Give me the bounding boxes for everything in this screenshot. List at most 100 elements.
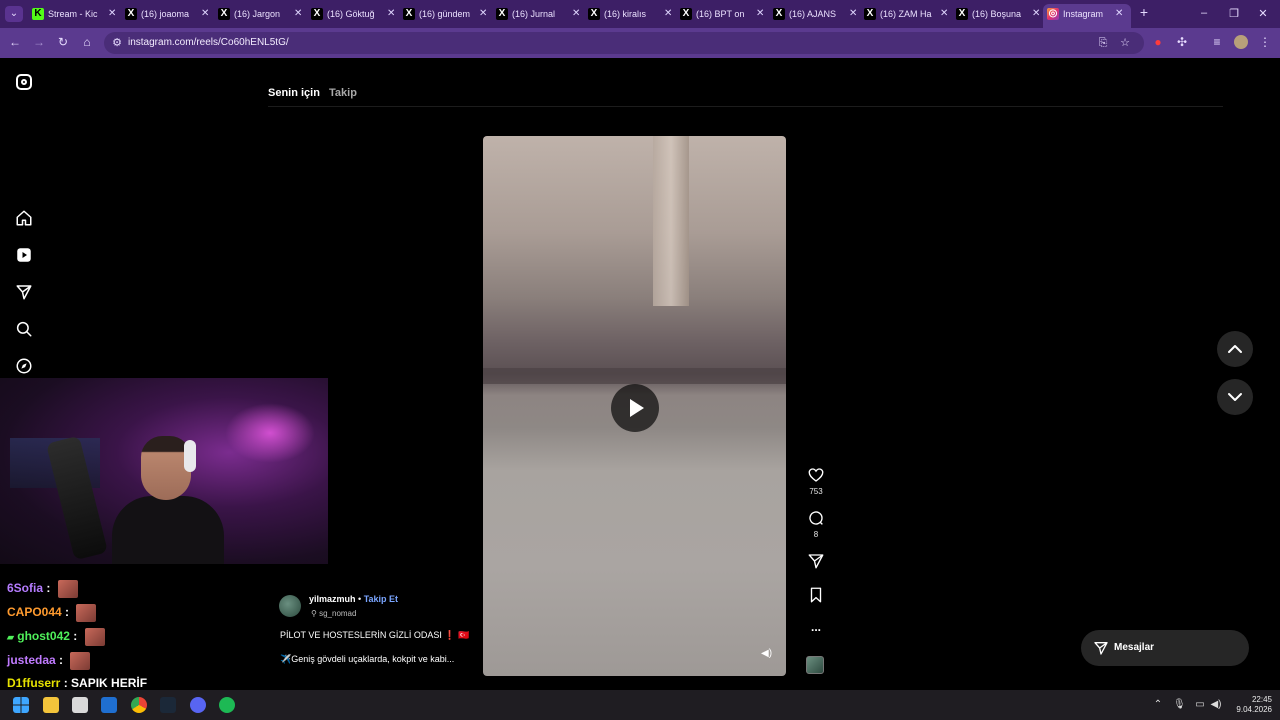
avatar[interactable]	[279, 595, 301, 617]
browser-tab[interactable]: X (16) Jargon ✕	[218, 4, 306, 24]
spotify-icon[interactable]	[219, 697, 235, 713]
send-icon	[1094, 642, 1108, 655]
like-count: 753	[809, 487, 823, 496]
stream-chat-overlay: 6Sofia : CAPO044 : ▰ ghost042 : justedaa…	[0, 570, 200, 690]
browser-tab[interactable]: X (16) kiralıs ✕	[588, 4, 676, 24]
search-icon[interactable]	[15, 320, 33, 338]
restore-icon[interactable]: ❐	[1227, 7, 1241, 20]
system-clock[interactable]: 22:45 9.04.2026	[1232, 695, 1272, 715]
close-tab-icon[interactable]: ✕	[756, 4, 766, 24]
close-tab-icon[interactable]: ✕	[294, 4, 304, 24]
browser-tab[interactable]: X (16) Boşuna ✕	[956, 4, 1044, 24]
profile-avatar[interactable]	[1234, 35, 1248, 49]
send-message-icon[interactable]	[15, 283, 33, 301]
tab-following[interactable]: Takip	[329, 87, 357, 99]
explore-compass-icon[interactable]	[15, 357, 33, 375]
badge-icon: ▰	[7, 632, 14, 643]
browser-tab[interactable]: X (16) gündem ✕	[403, 4, 491, 24]
volume-icon[interactable]: ◀)	[1210, 699, 1222, 711]
chevron-up-icon	[1228, 345, 1242, 353]
reel-video[interactable]: ◀)	[483, 136, 786, 676]
tab-label: (16) Boşuna	[972, 9, 1022, 19]
site-info-icon[interactable]: ⚙	[110, 36, 124, 50]
new-tab-button[interactable]: +	[1137, 4, 1151, 20]
outlook-icon[interactable]	[101, 697, 117, 713]
forward-icon[interactable]: →	[32, 35, 46, 49]
close-window-icon[interactable]: ✕	[1256, 7, 1270, 20]
messages-button[interactable]: Mesajlar	[1081, 630, 1249, 666]
browser-tab[interactable]: K Stream - Kic ✕	[32, 4, 120, 24]
bookmark-star-icon[interactable]: ☆	[1118, 36, 1132, 50]
browser-tab[interactable]: X (16) AJANS ✕	[773, 4, 861, 24]
close-tab-icon[interactable]: ✕	[1032, 4, 1042, 24]
home-icon[interactable]	[15, 209, 33, 227]
follow-button[interactable]: Takip Et	[364, 594, 398, 604]
close-tab-icon[interactable]: ✕	[940, 4, 950, 24]
store-icon[interactable]	[72, 697, 88, 713]
close-tab-icon[interactable]: ✕	[572, 4, 582, 24]
file-explorer-icon[interactable]	[43, 697, 59, 713]
menu-kebab-icon[interactable]: ⋮	[1258, 35, 1272, 49]
browser-tab[interactable]: X (16) joaoma ✕	[125, 4, 213, 24]
microphone-icon[interactable]: 🎙	[1173, 699, 1186, 711]
close-tab-icon[interactable]: ✕	[479, 4, 489, 24]
tab-label: (16) Göktuğ	[327, 9, 375, 19]
close-tab-icon[interactable]: ✕	[1115, 4, 1125, 24]
home-icon[interactable]: ⌂	[80, 35, 94, 49]
chat-separator: :	[65, 605, 70, 620]
save-button[interactable]	[806, 586, 826, 609]
close-tab-icon[interactable]: ✕	[108, 4, 118, 24]
x-icon: X	[588, 8, 600, 20]
tab-label: (16) kiralıs	[604, 9, 647, 19]
browser-tab[interactable]: X (16) Göktuğ ✕	[311, 4, 399, 24]
windows-taskbar: ⌃ 🎙 ▭ ◀) 22:45 9.04.2026	[0, 690, 1280, 720]
tray-expand-icon[interactable]: ⌃	[1152, 699, 1164, 711]
close-tab-icon[interactable]: ✕	[849, 4, 859, 24]
steam-icon[interactable]	[160, 697, 176, 713]
browser-tab[interactable]: X (16) ZAM Ha ✕	[864, 4, 952, 24]
windows-start-icon[interactable]	[13, 697, 29, 713]
display-icon[interactable]: ▭	[1194, 699, 1206, 711]
back-icon[interactable]: ←	[8, 35, 22, 49]
browser-tab[interactable]: X (16) Jurnal ✕	[496, 4, 584, 24]
audio-line[interactable]: ⚲ sg_nomad	[311, 609, 356, 618]
comment-button[interactable]	[806, 509, 826, 532]
close-tab-icon[interactable]: ✕	[387, 4, 397, 24]
tab-search-chevron-icon[interactable]: ⌄	[5, 6, 23, 22]
previous-reel-button[interactable]	[1217, 331, 1253, 367]
next-reel-button[interactable]	[1217, 379, 1253, 415]
like-button[interactable]	[806, 466, 826, 489]
caption-text[interactable]: ✈️Geniş gövdeli uçaklarda, kokpit ve kab…	[280, 654, 454, 665]
chat-message: CAPO044 :	[7, 604, 97, 622]
more-options-button[interactable]: ...	[806, 620, 826, 634]
discord-icon[interactable]	[190, 697, 206, 713]
extensions-puzzle-icon[interactable]: ✣	[1175, 35, 1189, 49]
play-button[interactable]	[611, 384, 659, 432]
install-app-icon[interactable]: ⎘	[1096, 36, 1110, 50]
volume-icon[interactable]: ◀)	[761, 648, 773, 660]
author-username[interactable]: yilmazmuh	[309, 594, 356, 604]
feed-tabs: Senin için Takip	[268, 87, 357, 99]
share-button[interactable]	[806, 552, 826, 575]
close-tab-icon[interactable]: ✕	[201, 4, 211, 24]
media-control-icon[interactable]: ≡	[1210, 35, 1224, 49]
chrome-icon[interactable]	[131, 697, 147, 713]
tab-label: (16) Jargon	[234, 9, 281, 19]
minimize-icon[interactable]: –	[1197, 7, 1211, 19]
comment-icon	[809, 511, 823, 525]
tab-for-you[interactable]: Senin için	[268, 87, 320, 99]
address-bar[interactable]: ⚙ instagram.com/reels/Co60hENL5tG/ ⎘ ☆	[104, 32, 1144, 54]
clock-time: 22:45	[1251, 695, 1272, 704]
reels-icon[interactable]	[15, 246, 33, 264]
x-icon: X	[773, 8, 785, 20]
extension-icon[interactable]: ●	[1151, 35, 1165, 49]
audio-thumbnail[interactable]	[806, 656, 824, 674]
author-line: yilmazmuh • Takip Et	[309, 594, 398, 604]
instagram-logo-icon[interactable]	[16, 74, 32, 90]
close-tab-icon[interactable]: ✕	[664, 4, 674, 24]
reload-icon[interactable]: ↻	[56, 35, 70, 49]
browser-tab-active[interactable]: ◎ Instagram ✕	[1043, 4, 1131, 28]
browser-tab[interactable]: X (16) BPT on ✕	[680, 4, 768, 24]
instagram-icon: ◎	[1047, 8, 1059, 20]
chevron-down-icon	[1228, 393, 1242, 401]
